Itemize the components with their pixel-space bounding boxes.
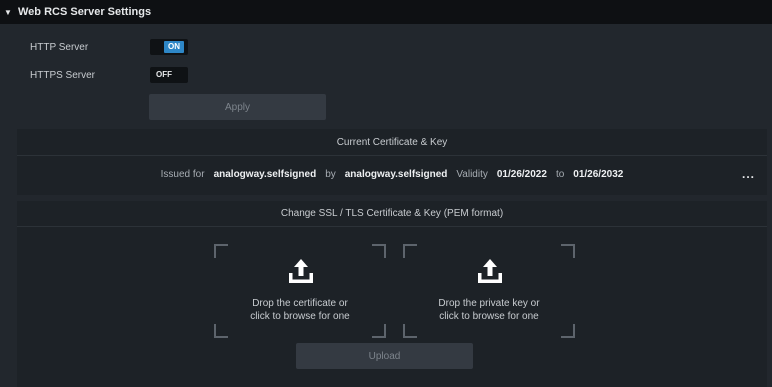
change-certificate-title: Change SSL / TLS Certificate & Key (PEM … <box>280 208 504 219</box>
issuer-value: analogway.selfsigned <box>344 169 448 180</box>
issued-for-label: Issued for <box>160 169 205 180</box>
divider <box>17 226 767 227</box>
private-key-dropzone[interactable]: Drop the private key or click to browse … <box>403 244 575 338</box>
certificate-dropzone[interactable]: Drop the certificate or click to browse … <box>214 244 386 338</box>
https-server-label: HTTPS Server <box>30 66 95 84</box>
http-server-label: HTTP Server <box>30 38 88 56</box>
https-server-toggle[interactable]: OFF <box>150 67 188 83</box>
drop-text-line: click to browse for one <box>439 311 539 322</box>
upload-icon <box>289 259 313 283</box>
section-title: Web RCS Server Settings <box>18 6 152 18</box>
drop-text-line: Drop the private key or <box>438 298 540 309</box>
corner-bracket <box>372 244 386 258</box>
corner-bracket <box>561 324 575 338</box>
toggle-state: ON <box>164 41 184 53</box>
certificate-drop-text: Drop the certificate or click to browse … <box>214 297 386 323</box>
corner-bracket <box>372 324 386 338</box>
certificate-info: Issued for analogway.selfsigned by analo… <box>17 169 767 180</box>
valid-from-value: 01/26/2022 <box>496 169 547 180</box>
drop-text-line: click to browse for one <box>250 311 350 322</box>
current-certificate-title: Current Certificate & Key <box>336 137 448 148</box>
current-certificate-section: Current Certificate & Key Issued for ana… <box>17 129 767 195</box>
valid-to-value: 01/26/2032 <box>573 169 624 180</box>
to-label: to <box>555 169 565 180</box>
corner-bracket <box>214 244 228 258</box>
drop-text-line: Drop the certificate or <box>252 298 348 309</box>
private-key-drop-text: Drop the private key or click to browse … <box>403 297 575 323</box>
issued-for-value: analogway.selfsigned <box>213 169 317 180</box>
collapse-caret-icon[interactable]: ▼ <box>4 8 14 17</box>
more-options-icon[interactable]: ... <box>742 167 755 181</box>
toggle-state: OFF <box>152 69 176 81</box>
upload-icon <box>478 259 502 283</box>
by-label: by <box>325 169 336 180</box>
https-server-text: HTTPS Server <box>30 69 96 81</box>
http-server-text: HTTP Server <box>30 41 89 53</box>
section-header[interactable]: ▼ Web RCS Server Settings <box>0 0 772 24</box>
corner-bracket <box>561 244 575 258</box>
http-server-toggle[interactable]: ON <box>150 39 188 55</box>
corner-bracket <box>403 324 417 338</box>
upload-button[interactable]: Upload <box>296 343 473 369</box>
divider <box>17 155 767 156</box>
corner-bracket <box>403 244 417 258</box>
apply-button[interactable]: Apply <box>149 94 326 120</box>
validity-label: Validity <box>456 169 488 180</box>
change-certificate-section: Change SSL / TLS Certificate & Key (PEM … <box>17 201 767 387</box>
web-rcs-settings-panel: HTTP Server ON HTTPS Server OFF Apply Cu… <box>0 24 772 387</box>
corner-bracket <box>214 324 228 338</box>
